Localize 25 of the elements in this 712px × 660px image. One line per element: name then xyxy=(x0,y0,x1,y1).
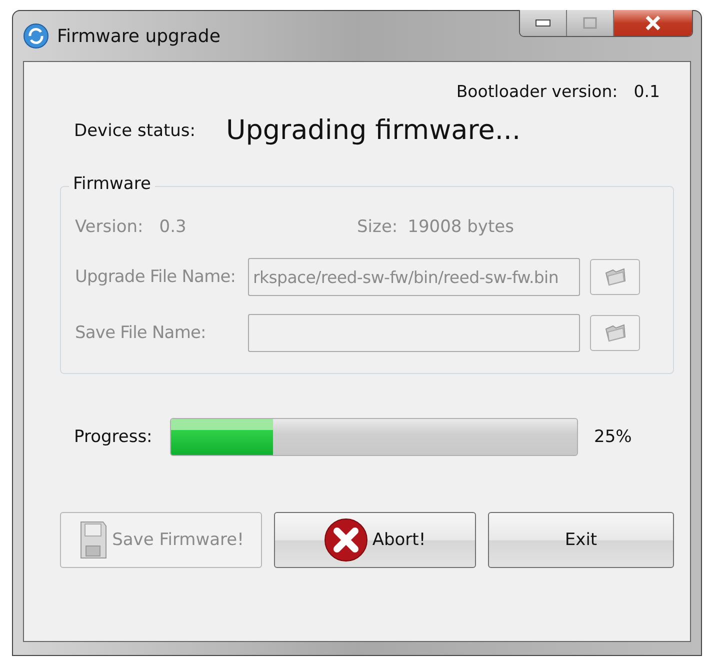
file-name-label: Upgrade File Name: xyxy=(75,267,237,287)
abort-button[interactable]: Abort! xyxy=(274,512,476,568)
size-label: Size: xyxy=(357,217,398,237)
file-name-label: Save File Name: xyxy=(75,323,207,343)
progress-reading: 25% xyxy=(594,427,632,447)
file-name-field[interactable] xyxy=(248,314,580,352)
version-value: 0.3 xyxy=(159,217,186,237)
browse-button[interactable] xyxy=(590,259,640,295)
version-label: Version: xyxy=(75,217,144,237)
bootloader-label: Bootloader version: xyxy=(456,82,618,101)
browse-button[interactable] xyxy=(590,315,640,351)
maximize-icon[interactable] xyxy=(583,17,597,29)
status-label: Device status: xyxy=(74,120,197,140)
close-icon[interactable] xyxy=(644,15,662,31)
minimize-icon[interactable] xyxy=(535,19,551,27)
window-title: Firmware upgrade xyxy=(57,26,220,46)
folder-icon xyxy=(603,267,627,287)
exit-button[interactable]: Exit xyxy=(488,512,674,568)
cancel-icon xyxy=(324,517,368,563)
size-value: 19008 bytes xyxy=(408,217,514,237)
progress-label: Progress: xyxy=(74,427,154,447)
status-value: Upgrading firmware... xyxy=(226,115,521,146)
refresh-icon xyxy=(23,23,49,49)
folder-icon xyxy=(603,323,627,343)
bootloader-value: 0.1 xyxy=(634,82,660,101)
